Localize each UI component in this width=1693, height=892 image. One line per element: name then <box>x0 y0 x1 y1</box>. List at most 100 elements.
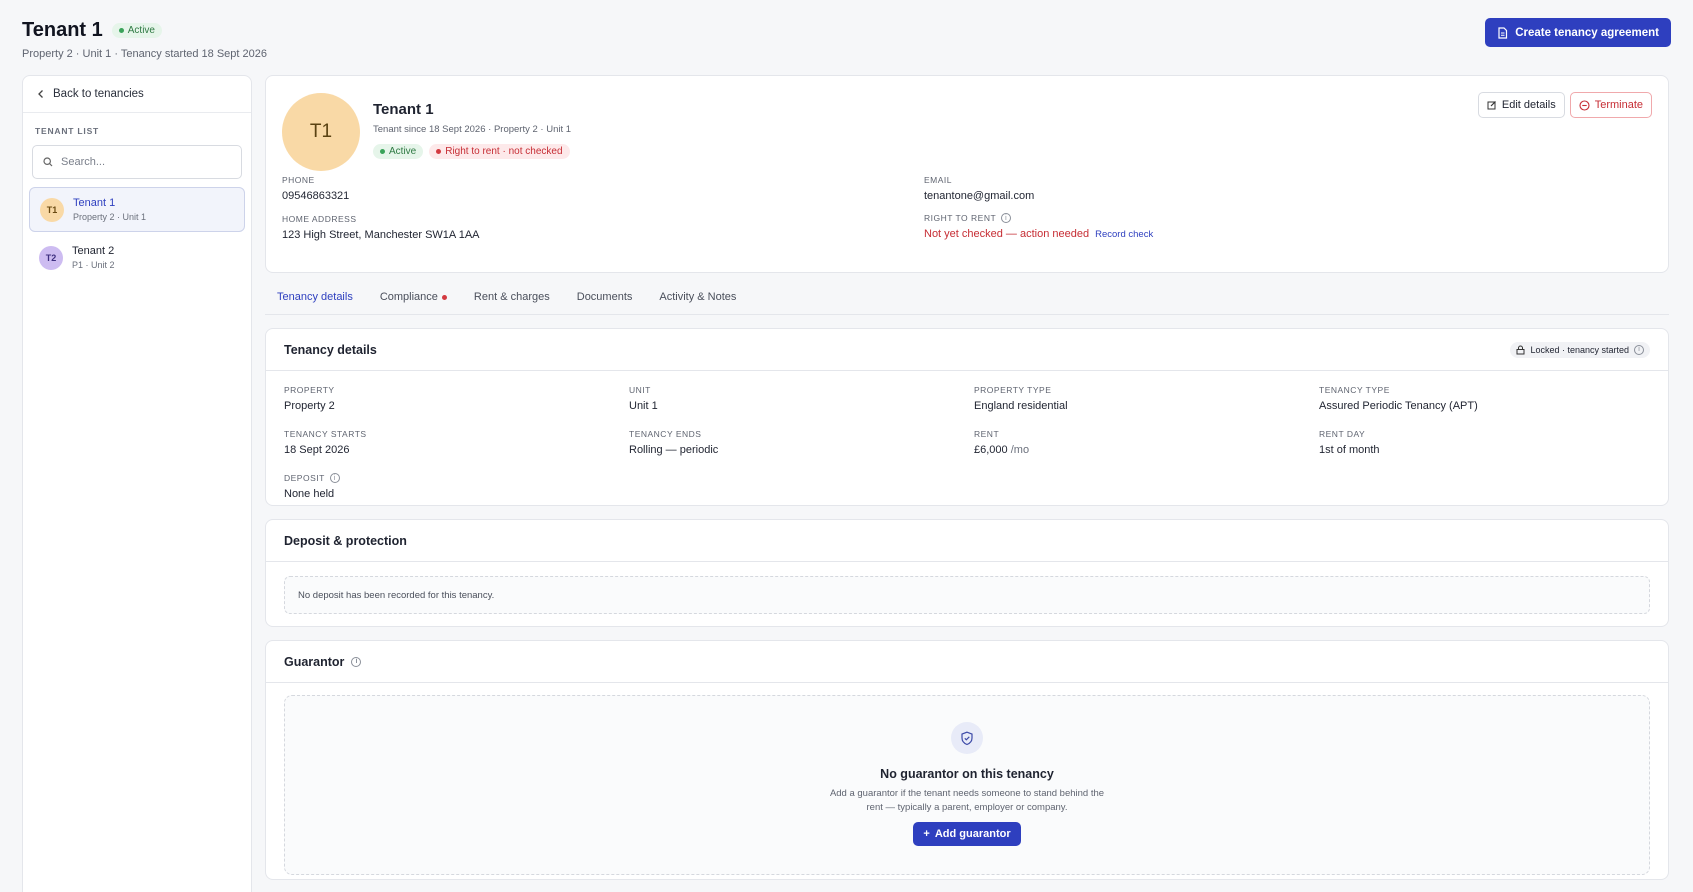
tenancy-type-field: TENANCY TYPE Assured Periodic Tenancy (A… <box>1319 385 1478 412</box>
document-icon <box>1498 26 1508 39</box>
phone-field: PHONE 09546863321 <box>282 175 349 202</box>
tenant-sidebar: Back to tenancies TENANT LIST Search... … <box>22 75 252 892</box>
property-type-label: PROPERTY TYPE <box>974 385 1052 395</box>
alert-dot <box>441 295 447 300</box>
sidebar-item-tenant-1[interactable]: T1 Tenant 1 Property 2 · Unit 1 <box>29 187 245 232</box>
unit-label: UNIT <box>629 385 651 395</box>
profile-subtitle: Tenant since 18 Sept 2026 · Property 2 ·… <box>373 124 572 135</box>
avatar: T2 <box>39 245 63 270</box>
tab-compliance[interactable]: Compliance <box>380 291 447 315</box>
tenant-sub: Property 2 · Unit 1 <box>73 212 147 222</box>
tenant-name: Tenant 1 <box>73 197 116 209</box>
property-type-value: England residential <box>974 400 1068 412</box>
section-title: Tenancy details <box>284 342 377 357</box>
locked-badge-label: Locked · tenancy started <box>1530 344 1629 355</box>
avatar: T1 <box>40 197 64 222</box>
email-label: EMAIL <box>924 175 953 185</box>
status-dot <box>118 27 124 33</box>
tenancy-ends-value: Rolling — periodic <box>629 444 719 456</box>
add-guarantor-button[interactable]: + Add guarantor <box>913 822 1021 846</box>
deposit-label: DEPOSIT <box>284 473 325 483</box>
unit-field: UNIT Unit 1 <box>629 385 658 412</box>
email-value: tenantone@gmail.com <box>924 190 1035 202</box>
info-icon[interactable]: i <box>1001 213 1012 223</box>
info-icon[interactable]: i <box>1634 344 1644 355</box>
tenant-sub: P1 · Unit 2 <box>72 260 115 270</box>
edit-details-label: Edit details <box>1501 99 1556 111</box>
sidebar-item-tenant-2[interactable]: T2 Tenant 2 P1 · Unit 2 <box>29 235 245 280</box>
rent-label: RENT <box>974 429 1000 439</box>
main-content: T1 Tenant 1 Tenant since 18 Sept 2026 · … <box>265 75 1669 880</box>
guarantor-empty-state: No guarantor on this tenancy Add a guara… <box>284 695 1650 875</box>
deposit-value: None held <box>284 488 335 500</box>
back-to-tenancies-link[interactable]: Back to tenancies <box>23 76 251 113</box>
back-label: Back to tenancies <box>53 88 144 100</box>
home-address-field: HOME ADDRESS 123 High Street, Manchester… <box>282 214 480 241</box>
property-field: PROPERTY Property 2 <box>284 385 335 412</box>
active-badge-label: Active <box>389 146 417 157</box>
right-to-rent-badge: Right to rent · not checked <box>429 144 570 159</box>
rent-day-value: 1st of month <box>1319 444 1380 456</box>
record-check-link[interactable]: Record check <box>1095 229 1153 240</box>
tenancy-type-label: TENANCY TYPE <box>1319 385 1390 395</box>
tab-documents[interactable]: Documents <box>577 291 633 315</box>
edit-icon <box>1487 101 1496 110</box>
page-header: Tenant 1 Active Property 2 · Unit 1 · Te… <box>22 18 1671 64</box>
right-to-rent-value: Not yet checked — action needed <box>924 228 1090 240</box>
rent-field: RENT £6,000 /mo <box>974 429 1029 456</box>
tenancy-starts-value: 18 Sept 2026 <box>284 444 350 456</box>
right-to-rent-label: RIGHT TO RENT <box>924 213 997 223</box>
tenant-search-input[interactable]: Search... <box>32 145 242 179</box>
phone-value: 09546863321 <box>282 190 350 202</box>
home-address-value: 123 High Street, Manchester SW1A 1AA <box>282 229 480 241</box>
right-to-rent-badge-label: Right to rent · not checked <box>445 146 563 157</box>
tab-tenancy-details[interactable]: Tenancy details <box>277 291 353 315</box>
rent-unit: /mo <box>1010 444 1030 456</box>
guarantor-card: Guarantor i No guarantor on this tenancy … <box>265 640 1669 880</box>
tenancy-ends-label: TENANCY ENDS <box>629 429 702 439</box>
plus-icon: + <box>923 828 930 840</box>
edit-details-button[interactable]: Edit details <box>1477 92 1565 118</box>
create-tenancy-agreement-label: Create tenancy agreement <box>1515 26 1659 39</box>
lock-icon <box>1516 345 1525 354</box>
status-dot <box>380 149 385 154</box>
search-icon <box>43 157 53 167</box>
rent-value: £6,000 <box>974 444 1008 456</box>
create-tenancy-agreement-button[interactable]: Create tenancy agreement <box>1485 18 1671 47</box>
page-subtitle: Property 2 · Unit 1 · Tenancy started 18… <box>22 48 267 60</box>
add-guarantor-label: Add guarantor <box>934 828 1011 840</box>
terminate-button[interactable]: Terminate <box>1569 92 1652 118</box>
page-title: Tenant 1 <box>22 18 103 41</box>
right-to-rent-field: RIGHT TO RENT i Not yet checked — action … <box>924 213 1153 240</box>
guarantor-empty-title: No guarantor on this tenancy <box>880 767 1054 781</box>
info-icon[interactable]: i <box>351 656 362 667</box>
chevron-left-icon <box>38 90 43 98</box>
avatar: T1 <box>282 93 360 171</box>
tenancy-starts-field: TENANCY STARTS 18 Sept 2026 <box>284 429 367 456</box>
locked-badge: Locked · tenancy started i <box>1510 341 1650 358</box>
tenant-list-heading: TENANT LIST <box>35 126 100 136</box>
property-type-field: PROPERTY TYPE England residential <box>974 385 1068 412</box>
property-value: Property 2 <box>284 400 335 412</box>
phone-label: PHONE <box>282 175 315 185</box>
tenancy-details-card: Tenancy details Locked · tenancy started… <box>265 328 1669 506</box>
home-address-label: HOME ADDRESS <box>282 214 357 224</box>
status-badge-label: Active <box>127 24 155 36</box>
tab-rent-charges[interactable]: Rent & charges <box>474 291 550 315</box>
deposit-protection-card: Deposit & protection No deposit has been… <box>265 519 1669 627</box>
shield-icon <box>951 722 983 754</box>
info-icon[interactable]: i <box>329 473 340 483</box>
tenancy-type-value: Assured Periodic Tenancy (APT) <box>1319 400 1478 412</box>
rent-day-label: RENT DAY <box>1319 429 1366 439</box>
deposit-field: DEPOSIT i None held <box>284 473 340 500</box>
tenant-name: Tenant 2 <box>72 245 115 257</box>
profile-name: Tenant 1 <box>373 101 434 118</box>
section-title: Deposit & protection <box>284 533 407 548</box>
email-field: EMAIL tenantone@gmail.com <box>924 175 1034 202</box>
tenant-profile-card: T1 Tenant 1 Tenant since 18 Sept 2026 · … <box>265 75 1669 273</box>
section-title: Guarantor <box>284 654 345 669</box>
tenant-tabs: Tenancy details Compliance Rent & charge… <box>265 291 1669 315</box>
tab-activity-notes[interactable]: Activity & Notes <box>659 291 736 315</box>
status-dot <box>436 149 442 154</box>
tab-compliance-label: Compliance <box>379 291 438 303</box>
